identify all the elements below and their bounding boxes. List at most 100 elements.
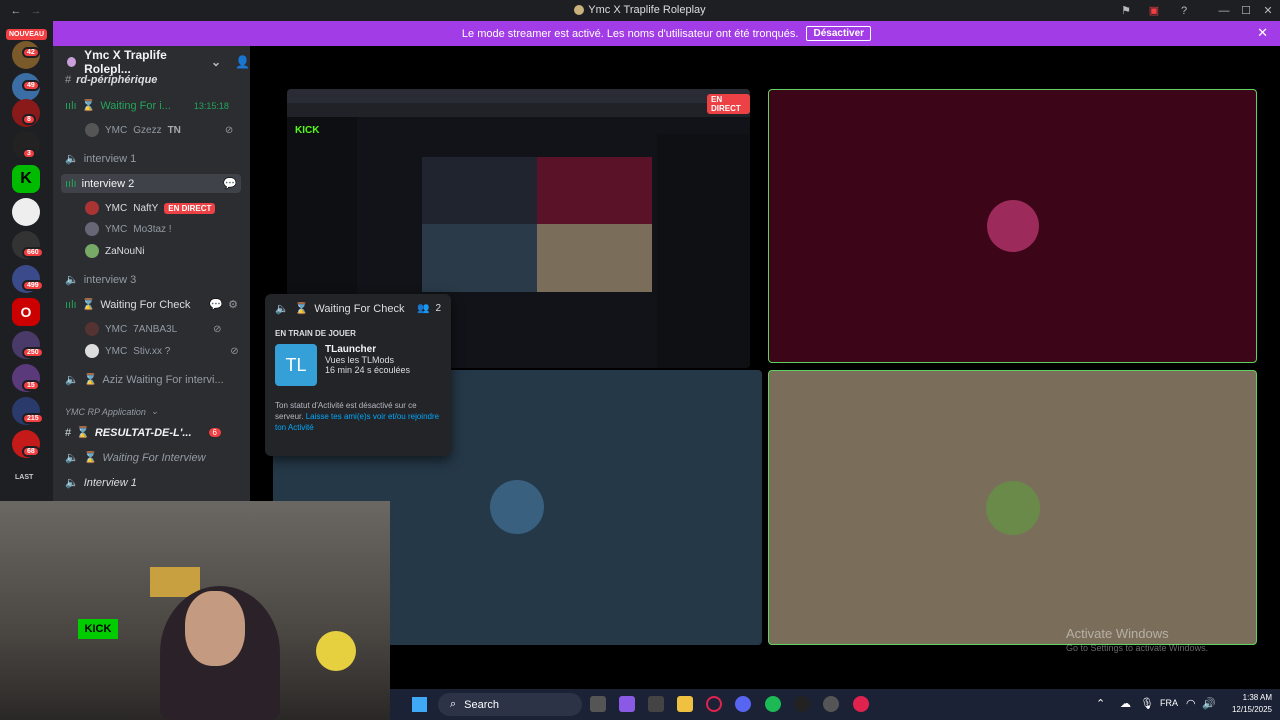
deafened-icon: ⊘ xyxy=(224,124,234,136)
streamer-face xyxy=(185,591,245,666)
tray-chevron-icon[interactable]: ⌃ xyxy=(1096,697,1105,710)
game-elapsed: 16 min 24 s écoulées xyxy=(325,365,411,375)
logitech-icon[interactable] xyxy=(794,696,810,712)
voice-user-stiv[interactable]: YMC Stiv.xx ? ⊘ xyxy=(85,344,239,358)
help-icon[interactable]: ? xyxy=(1172,0,1196,21)
voice-channel-aziz[interactable]: 🔈 ⌛ Aziz Waiting For intervi... xyxy=(65,373,224,387)
last-server-label: LAST xyxy=(15,474,34,481)
voice-channel-waiting[interactable]: ıılı ⌛ Waiting For i... 13:15:18 xyxy=(65,99,229,113)
voice-channel-interview2[interactable]: ıılı interview 2 💬 xyxy=(61,174,241,193)
voice-channel-waiting-interview[interactable]: 🔈 ⌛ Waiting For Interview xyxy=(65,451,206,465)
avatar xyxy=(986,481,1040,535)
game-logo: TL xyxy=(275,344,317,386)
webcam-overlay: KICK xyxy=(0,501,390,720)
network-icon[interactable]: ☁ xyxy=(1120,697,1131,710)
voice-user-mo3taz[interactable]: YMC Mo3taz ! xyxy=(85,222,172,236)
hourglass-icon: ⌛ xyxy=(83,452,98,464)
clock[interactable]: 1:38 AM 12/15/2025 xyxy=(1224,692,1272,716)
browser-addressbar xyxy=(287,103,750,117)
voice-channel-interview3[interactable]: 🔈 interview 3 xyxy=(65,273,136,287)
maximize-icon[interactable]: ☐ xyxy=(1234,0,1258,21)
copilot-icon[interactable] xyxy=(619,696,635,712)
speaker-icon: 🔈 xyxy=(65,153,79,165)
flag-icon[interactable]: ⚑ xyxy=(1114,0,1138,21)
store-icon[interactable] xyxy=(648,696,664,712)
server-icon-6[interactable] xyxy=(12,198,40,226)
server-list: NOUVEAU 42 49 8 3 K 660 499 O 250 15 215… xyxy=(0,21,53,501)
mention-badge: 660 xyxy=(22,247,44,258)
kick-server-icon[interactable]: K xyxy=(12,165,40,193)
speaker-icon: 🔈 xyxy=(275,303,289,315)
avatar xyxy=(85,201,99,215)
steelseries-icon[interactable] xyxy=(823,696,839,712)
voice-user-gzezz[interactable]: YMC Gzezz TN ⊘ xyxy=(85,123,233,137)
category-ymc-rp[interactable]: YMC RP Application ⌄ xyxy=(65,406,158,417)
kick-sign: KICK xyxy=(78,619,118,639)
live-badge: EN DIRECT xyxy=(707,94,750,114)
chevron-down-icon: ⌄ xyxy=(150,406,159,416)
close-banner-icon[interactable]: ✕ xyxy=(1257,25,1268,41)
windows-start-icon[interactable] xyxy=(412,697,427,712)
browser-tabbar xyxy=(287,89,750,103)
mention-badge: 42 xyxy=(22,47,40,58)
volume-icon[interactable]: 🔊 xyxy=(1202,697,1216,710)
chat-bubble-icon[interactable]: 💬 xyxy=(209,298,223,311)
participant-tile-3[interactable] xyxy=(768,370,1257,645)
activate-windows-subtitle: Go to Settings to activate Windows. xyxy=(1066,643,1209,653)
deafened-icon: ⊘ xyxy=(213,323,222,335)
discord-icon[interactable] xyxy=(735,696,751,712)
voice-activity-icon: ıılı xyxy=(65,99,77,112)
voice-channel-popup: 🔈 ⌛ Waiting For Check 👥 2 EN TRAIN DE JO… xyxy=(265,294,451,456)
minimize-icon[interactable]: — xyxy=(1212,0,1236,21)
add-member-icon[interactable]: 👤 xyxy=(235,55,250,69)
embedded-discord-view xyxy=(422,157,652,292)
screen-share-icon[interactable]: ▣ xyxy=(1142,0,1166,21)
server-name: Ymc X Traplife Rolepl... xyxy=(84,48,167,76)
voice-activity-icon: ıılı xyxy=(65,298,77,311)
channel-periph[interactable]: # rd-périphérique xyxy=(65,74,157,86)
mention-badge: 68 xyxy=(22,446,40,457)
streamer-mode-banner: Le mode streamer est activé. Les noms d'… xyxy=(53,21,1280,46)
app-icon[interactable] xyxy=(853,696,869,712)
kick-chat-panel xyxy=(657,134,750,368)
opera-icon[interactable] xyxy=(706,696,722,712)
member-count: 2 xyxy=(435,303,441,314)
avatar xyxy=(85,322,99,336)
game-detail: Vues les TLMods xyxy=(325,355,395,365)
window-title: Ymc X Traplife Roleplay xyxy=(0,0,1280,21)
windows-taskbar: ⌕ Search ⌃ ☁ 🎙 FRA ◠ 🔊 1:38 AM 12/15/202… xyxy=(390,689,1280,720)
live-badge: EN DIRECT xyxy=(164,202,216,214)
voice-user-zanouni[interactable]: ZaNouNi xyxy=(85,244,144,258)
close-window-icon[interactable]: ✕ xyxy=(1256,0,1280,21)
mention-badge: 49 xyxy=(22,80,40,91)
spotify-icon[interactable] xyxy=(765,696,781,712)
voice-user-tanba[interactable]: YMC 7ANBA3L ⊘ xyxy=(85,322,222,336)
hourglass-icon: ⌛ xyxy=(81,100,96,112)
participant-tile-1[interactable] xyxy=(768,89,1257,363)
language-indicator[interactable]: FRA xyxy=(1160,698,1178,708)
file-explorer-icon[interactable] xyxy=(677,696,693,712)
window-titlebar: ← → Ymc X Traplife Roleplay ⚑ ▣ ? — ☐ ✕ xyxy=(0,0,1280,21)
chevron-down-icon[interactable]: ⌄ xyxy=(211,55,221,69)
opera-server-icon[interactable]: O xyxy=(12,298,40,326)
microphone-icon[interactable]: 🎙 xyxy=(1140,697,1154,710)
hourglass-icon: ⌛ xyxy=(294,303,309,315)
voice-user-nafty[interactable]: YMC NaftY EN DIRECT xyxy=(85,201,216,215)
chat-bubble-icon[interactable]: 💬 xyxy=(223,177,237,190)
wifi-icon[interactable]: ◠ xyxy=(1186,697,1196,710)
deafened-icon: ⊘ xyxy=(230,345,239,357)
hourglass-icon: ⌛ xyxy=(81,299,96,311)
disable-streamer-button[interactable]: Désactiver xyxy=(806,26,872,41)
avatar xyxy=(987,200,1039,252)
taskbar-search[interactable]: ⌕ Search xyxy=(438,693,582,716)
voice-channel-interview-1b[interactable]: 🔈 Interview 1 xyxy=(65,476,137,490)
task-view-icon[interactable] xyxy=(590,696,606,712)
gear-icon[interactable]: ⚙ xyxy=(228,298,238,311)
voice-channel-waiting-check[interactable]: ıılı ⌛ Waiting For Check 💬 ⚙ xyxy=(65,298,238,312)
speaker-icon: 🔈 xyxy=(65,477,79,489)
server-boost-icon xyxy=(67,57,77,67)
hourglass-icon: ⌛ xyxy=(76,427,90,439)
channel-resultat[interactable]: # ⌛ RESULTAT-DE-L'... 6 xyxy=(65,426,221,439)
voice-channel-interview1[interactable]: 🔈 interview 1 xyxy=(65,152,136,166)
avatar xyxy=(85,244,99,258)
